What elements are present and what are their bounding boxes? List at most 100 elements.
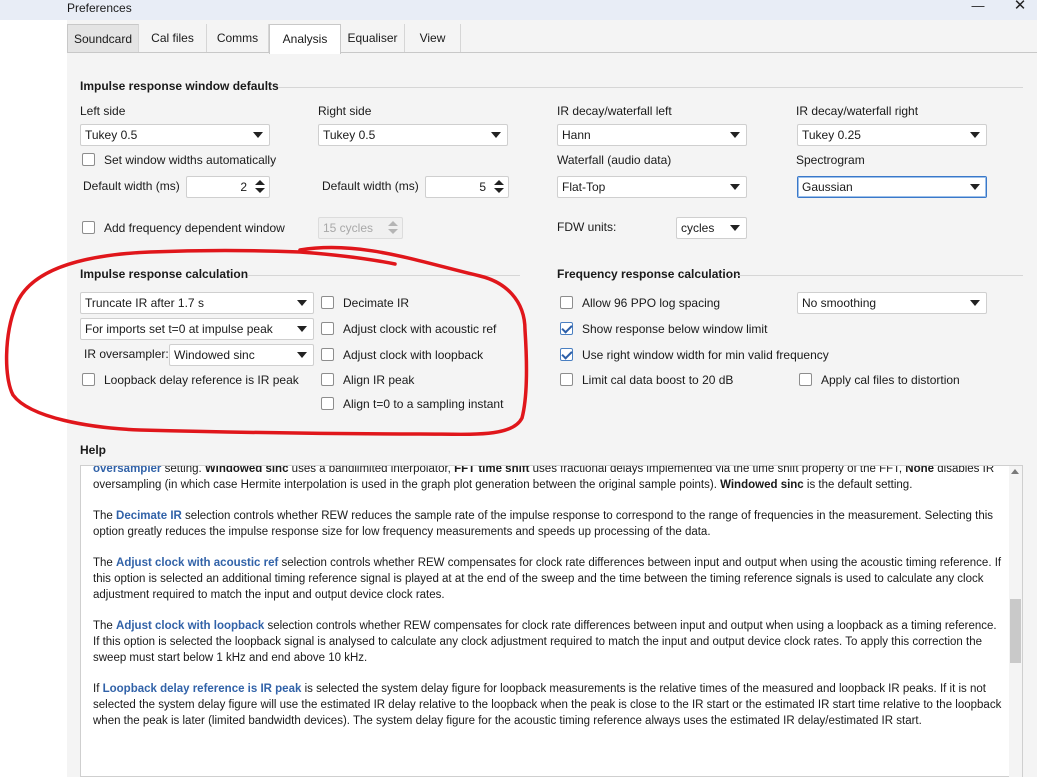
spinner-arrows-icon[interactable] xyxy=(386,220,400,236)
set-widths-auto-label: Set window widths automatically xyxy=(104,153,277,167)
checkbox-checked-icon xyxy=(560,322,573,335)
tab-comms[interactable]: Comms xyxy=(207,24,269,52)
ir-window-defaults-title: Impulse response window defaults xyxy=(80,79,279,93)
adjust-loopback-checkbox[interactable]: Adjust clock with loopback xyxy=(321,347,501,363)
chevron-down-icon xyxy=(491,132,501,138)
help-text: oversampler setting. Windowed sinc uses … xyxy=(93,466,1003,744)
oversampler-value: Windowed sinc xyxy=(174,348,255,362)
align-peak-checkbox[interactable]: Align IR peak xyxy=(321,372,441,388)
decay-left-value: Hann xyxy=(562,128,591,142)
limit-cal-checkbox[interactable]: Limit cal data boost to 20 dB xyxy=(560,372,740,388)
apply-cal-checkbox[interactable]: Apply cal files to distortion xyxy=(799,372,979,388)
tab-bar: Soundcard Cal files Comms Analysis Equal… xyxy=(67,24,1037,54)
decay-right-value: Tukey 0.25 xyxy=(802,128,861,142)
default-width-right-value: 5 xyxy=(479,180,486,194)
spinner-arrows-icon[interactable] xyxy=(492,179,506,195)
checkbox-box xyxy=(321,373,334,386)
tab-analysis[interactable]: Analysis xyxy=(269,24,341,54)
align-t0-checkbox[interactable]: Align t=0 to a sampling instant xyxy=(321,396,511,412)
help-panel[interactable]: oversampler setting. Windowed sinc uses … xyxy=(80,465,1023,777)
help-bold-text: None xyxy=(905,465,935,475)
imports-t0-value: For imports set t=0 at impulse peak xyxy=(85,322,273,336)
left-side-label: Left side xyxy=(80,104,126,118)
apply-cal-label: Apply cal files to distortion xyxy=(821,373,960,387)
adjust-acoustic-label: Adjust clock with acoustic ref xyxy=(343,322,497,336)
use-right-checkbox[interactable]: Use right window width for min valid fre… xyxy=(560,347,850,363)
tab-soundcard[interactable]: Soundcard xyxy=(67,24,139,52)
help-link[interactable]: Loopback delay reference is IR peak xyxy=(103,683,302,695)
help-link[interactable]: Adjust clock with loopback xyxy=(116,620,264,632)
spectrogram-value: Gaussian xyxy=(802,180,853,194)
help-text-run: The xyxy=(93,557,117,569)
allow96-label: Allow 96 PPO log spacing xyxy=(582,296,721,310)
right-side-select[interactable]: Tukey 0.5 xyxy=(318,124,508,146)
use-right-label: Use right window width for min valid fre… xyxy=(582,348,829,362)
loopback-delay-checkbox[interactable]: Loopback delay reference is IR peak xyxy=(82,372,312,388)
limit-cal-label: Limit cal data boost to 20 dB xyxy=(582,373,734,387)
add-fdw-checkbox[interactable]: Add frequency dependent window xyxy=(82,220,302,236)
ir-calc-title: Impulse response calculation xyxy=(80,267,249,281)
scroll-up-icon[interactable] xyxy=(1011,469,1019,474)
left-side-value: Tukey 0.5 xyxy=(85,128,138,142)
help-text-run: uses a bandlimited interpolator, xyxy=(288,465,455,475)
smoothing-select[interactable]: No smoothing xyxy=(797,292,987,314)
help-text-run: is the default setting. xyxy=(803,479,913,491)
oversampler-select[interactable]: Windowed sinc xyxy=(169,344,314,366)
truncate-select[interactable]: Truncate IR after 1.7 s xyxy=(80,292,314,314)
ir-calc-divider xyxy=(248,275,520,276)
spinner-arrows-icon[interactable] xyxy=(253,179,267,195)
fdw-units-select[interactable]: cycles xyxy=(676,217,747,239)
checkbox-box xyxy=(82,221,95,234)
tab-cal-files[interactable]: Cal files xyxy=(139,24,207,52)
adjust-acoustic-checkbox[interactable]: Adjust clock with acoustic ref xyxy=(321,321,511,337)
checkbox-box xyxy=(799,373,812,386)
help-text-run: selection controls whether REW reduces t… xyxy=(93,510,994,538)
title-bar: Preferences — ✕ xyxy=(0,0,1037,20)
add-fdw-label: Add frequency dependent window xyxy=(104,221,285,235)
chevron-down-icon xyxy=(297,352,307,358)
show-below-checkbox[interactable]: Show response below window limit xyxy=(560,321,780,337)
default-width-label-left: Default width (ms) xyxy=(83,179,180,193)
allow96-checkbox[interactable]: Allow 96 PPO log spacing xyxy=(560,295,730,311)
help-link[interactable]: Decimate IR xyxy=(116,510,182,522)
fdw-cycles-spinner[interactable]: 15 cycles xyxy=(318,217,403,239)
set-widths-auto-checkbox[interactable]: Set window widths automatically xyxy=(82,152,292,168)
checkbox-box xyxy=(560,296,573,309)
window-title: Preferences xyxy=(67,1,132,15)
default-width-left-spinner[interactable]: 2 xyxy=(186,176,270,198)
imports-t0-select[interactable]: For imports set t=0 at impulse peak xyxy=(80,318,314,340)
decay-left-select[interactable]: Hann xyxy=(557,124,747,146)
chevron-down-icon xyxy=(297,326,307,332)
decay-right-select[interactable]: Tukey 0.25 xyxy=(797,124,987,146)
help-link[interactable]: Adjust clock with acoustic ref xyxy=(116,557,278,569)
right-side-value: Tukey 0.5 xyxy=(323,128,376,142)
default-width-left-value: 2 xyxy=(240,180,247,194)
loopback-delay-label: Loopback delay reference is IR peak xyxy=(104,373,299,387)
default-width-label-right: Default width (ms) xyxy=(322,179,419,193)
help-paragraph: The Adjust clock with acoustic ref selec… xyxy=(93,555,1003,603)
scrollbar-thumb[interactable] xyxy=(1010,599,1021,663)
help-title: Help xyxy=(80,443,107,457)
help-scrollbar[interactable] xyxy=(1009,466,1022,777)
decimate-checkbox[interactable]: Decimate IR xyxy=(321,295,441,311)
help-paragraph: If Loopback delay reference is IR peak i… xyxy=(93,681,1003,729)
left-side-select[interactable]: Tukey 0.5 xyxy=(80,124,270,146)
default-width-right-spinner[interactable]: 5 xyxy=(425,176,509,198)
tab-equaliser[interactable]: Equaliser xyxy=(341,24,405,52)
help-text-run: The xyxy=(93,620,117,632)
checkbox-box xyxy=(321,397,334,410)
close-icon[interactable]: ✕ xyxy=(1008,0,1032,14)
waterfall-select[interactable]: Flat-Top xyxy=(557,176,747,198)
spectrogram-select[interactable]: Gaussian xyxy=(797,176,987,198)
tab-view[interactable]: View xyxy=(405,24,461,52)
help-text-run: setting. xyxy=(161,465,205,475)
oversampler-label: IR oversampler: xyxy=(84,347,169,361)
right-side-label: Right side xyxy=(318,104,372,118)
fdw-units-value: cycles xyxy=(681,221,715,235)
help-bold-text: Windowed sinc xyxy=(720,479,804,491)
chevron-down-icon xyxy=(730,132,740,138)
minimize-icon[interactable]: — xyxy=(966,0,990,14)
checkbox-box xyxy=(82,373,95,386)
help-link[interactable]: oversampler xyxy=(93,466,161,475)
waterfall-value: Flat-Top xyxy=(562,180,606,194)
